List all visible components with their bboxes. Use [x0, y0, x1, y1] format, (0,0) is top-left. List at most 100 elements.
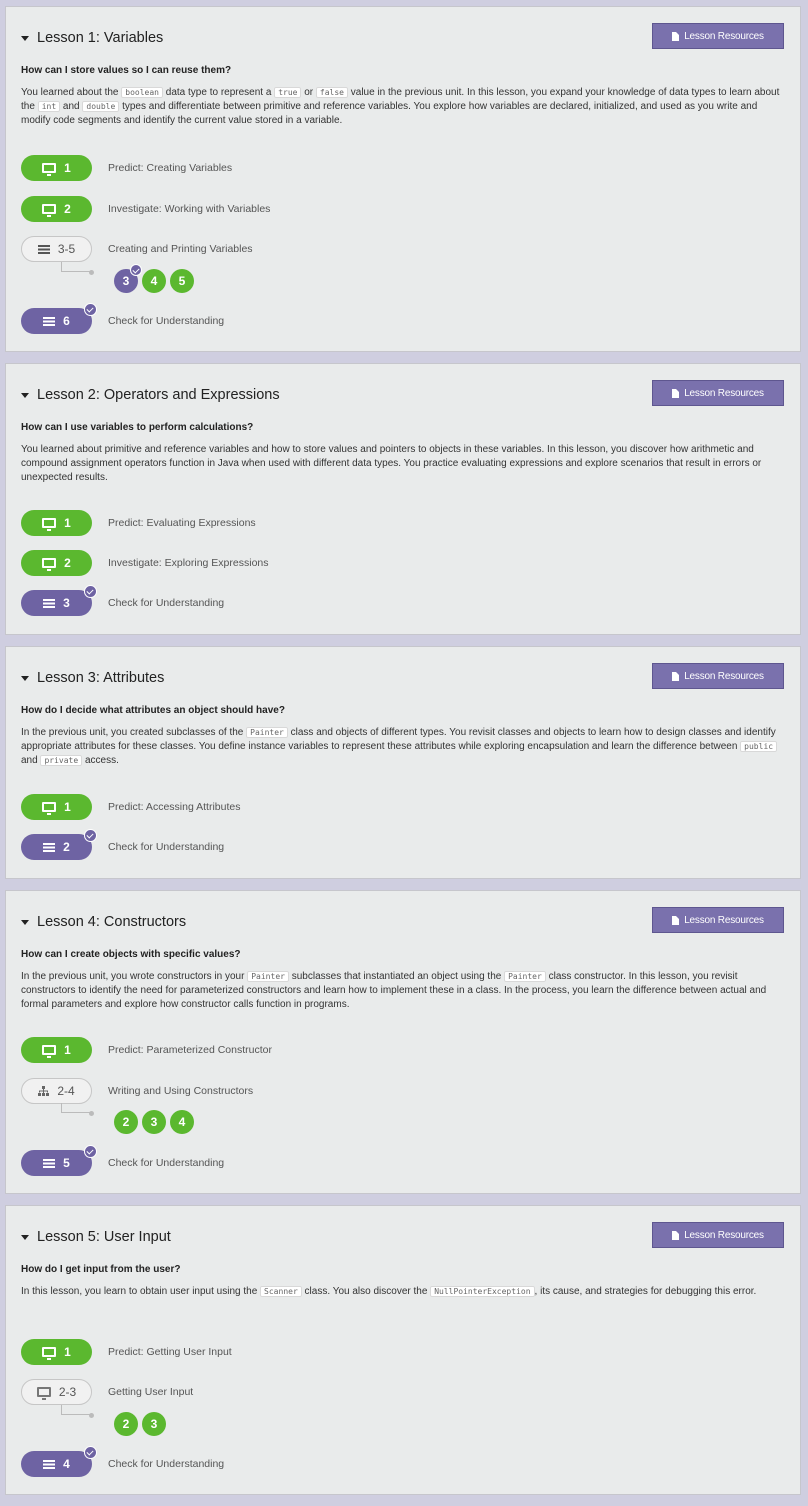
level-bubbles: 3 4 5 [114, 264, 194, 293]
inline-code: Painter [504, 971, 546, 982]
activity-pill[interactable]: 1 [21, 794, 92, 820]
checkmark-icon [84, 1446, 97, 1459]
collapse-caret-icon[interactable] [21, 35, 29, 41]
lesson-question: How do I get input from the user? [21, 1264, 181, 1275]
inline-code: public [740, 741, 778, 753]
activity-pill[interactable]: 2 [21, 196, 92, 222]
activity-row[interactable]: 3 Check for Understanding [21, 585, 224, 616]
lesson-resources-button[interactable]: Lesson Resources [652, 663, 784, 689]
lesson-header-5[interactable]: Lesson 5: User Input [21, 1227, 171, 1247]
level-bubble[interactable]: 2 [114, 1110, 138, 1134]
activity-pill[interactable]: 4 [21, 1446, 97, 1477]
activity-row[interactable]: 2-3 Getting User Input [21, 1379, 193, 1405]
activity-label[interactable]: Writing and Using Constructors [108, 1085, 253, 1097]
level-bubbles: 2 3 [114, 1412, 166, 1436]
list-icon [37, 244, 50, 254]
activity-label[interactable]: Creating and Printing Variables [108, 243, 253, 255]
lesson-resources-button[interactable]: Lesson Resources [652, 907, 784, 933]
lesson-resources-button[interactable]: Lesson Resources [652, 23, 784, 49]
lesson-question: How can I use variables to perform calcu… [21, 422, 254, 433]
monitor-icon [42, 518, 57, 531]
tree-connector [61, 1103, 94, 1116]
activity-label[interactable]: Investigate: Exploring Expressions [108, 557, 269, 569]
monitor-icon [42, 558, 57, 571]
monitor-icon [42, 1347, 57, 1360]
activity-row[interactable]: 2 Investigate: Working with Variables [21, 196, 270, 222]
level-bubble[interactable]: 4 [142, 269, 166, 293]
lesson-header-3[interactable]: Lesson 3: Attributes [21, 668, 164, 688]
checkmark-icon [84, 829, 97, 842]
level-bubble[interactable]: 5 [170, 269, 194, 293]
activity-row[interactable]: 2-4 Writing and Using Constructors [21, 1078, 253, 1104]
activity-pill[interactable]: 5 [21, 1145, 97, 1176]
activity-pill[interactable]: 2-3 [21, 1379, 92, 1405]
list-icon [43, 1459, 56, 1469]
lesson-header-4[interactable]: Lesson 4: Constructors [21, 912, 186, 932]
lesson-header-2[interactable]: Lesson 2: Operators and Expressions [21, 385, 280, 405]
activity-label[interactable]: Check for Understanding [108, 315, 224, 327]
monitor-icon [36, 1387, 51, 1400]
level-bubble[interactable]: 4 [170, 1110, 194, 1134]
activity-label[interactable]: Check for Understanding [108, 597, 224, 609]
checkmark-icon [130, 264, 142, 276]
lesson-title: Lesson 1: Variables [37, 30, 164, 46]
activity-label[interactable]: Getting User Input [108, 1386, 193, 1398]
activity-row[interactable]: 3-5 Creating and Printing Variables [21, 236, 253, 262]
sitemap-icon [38, 1086, 50, 1096]
inline-code: boolean [121, 87, 163, 98]
activity-label[interactable]: Predict: Creating Variables [108, 162, 232, 174]
collapse-caret-icon[interactable] [21, 919, 29, 925]
level-bubble[interactable]: 3 [142, 1412, 166, 1436]
activity-row[interactable]: 2 Investigate: Exploring Expressions [21, 550, 269, 576]
activity-label[interactable]: Check for Understanding [108, 1157, 224, 1169]
activity-row[interactable]: 5 Check for Understanding [21, 1145, 224, 1176]
activity-pill[interactable]: 2-4 [21, 1078, 92, 1104]
lesson-resources-button[interactable]: Lesson Resources [652, 380, 784, 406]
activity-pill[interactable]: 1 [21, 155, 92, 181]
activity-pill[interactable]: 1 [21, 1037, 92, 1063]
level-bubble[interactable]: 2 [114, 1412, 138, 1436]
activity-label[interactable]: Predict: Evaluating Expressions [108, 517, 256, 529]
lesson-header-1[interactable]: Lesson 1: Variables [21, 28, 163, 48]
monitor-icon [42, 802, 57, 815]
activity-label[interactable]: Predict: Accessing Attributes [108, 801, 240, 813]
activity-label[interactable]: Predict: Getting User Input [108, 1346, 232, 1358]
document-icon [672, 1230, 680, 1240]
activity-row[interactable]: 4 Check for Understanding [21, 1446, 224, 1477]
activity-pill[interactable]: 6 [21, 303, 97, 334]
lesson-description: In this lesson, you learn to obtain user… [21, 1286, 757, 1297]
activity-row[interactable]: 1 Predict: Parameterized Constructor [21, 1037, 272, 1063]
activity-label[interactable]: Predict: Parameterized Constructor [108, 1044, 272, 1056]
lesson-resources-button[interactable]: Lesson Resources [652, 1222, 784, 1248]
activity-row[interactable]: 2 Check for Understanding [21, 829, 224, 860]
activity-pill[interactable]: 1 [21, 510, 92, 536]
activity-row[interactable]: 1 Predict: Accessing Attributes [21, 794, 240, 820]
activity-label[interactable]: Check for Understanding [108, 1458, 224, 1470]
collapse-caret-icon[interactable] [21, 1234, 29, 1240]
activity-row[interactable]: 1 Predict: Getting User Input [21, 1339, 232, 1365]
level-bubble[interactable]: 3 [142, 1110, 166, 1134]
lesson-card-4: Lesson 4: Constructors Lesson Resources … [5, 890, 801, 1194]
inline-code: NullPointerException [430, 1286, 535, 1297]
document-icon [672, 671, 680, 681]
lesson-title: Lesson 2: Operators and Expressions [37, 387, 280, 403]
activity-pill[interactable]: 2 [21, 550, 92, 576]
collapse-caret-icon[interactable] [21, 675, 29, 681]
activity-pill[interactable]: 3 [21, 585, 97, 616]
checkmark-icon [84, 303, 97, 316]
activity-row[interactable]: 1 Predict: Creating Variables [21, 155, 232, 181]
collapse-caret-icon[interactable] [21, 392, 29, 398]
lesson-description: In the previous unit, you created subcla… [21, 727, 778, 767]
level-bubble[interactable]: 3 [114, 264, 142, 293]
inline-code: Painter [247, 971, 289, 982]
activity-pill[interactable]: 1 [21, 1339, 92, 1365]
lesson-question: How can I create objects with specific v… [21, 949, 241, 960]
activity-row[interactable]: 6 Check for Understanding [21, 303, 224, 334]
inline-code: Painter [246, 727, 288, 738]
activity-label[interactable]: Investigate: Working with Variables [108, 203, 270, 215]
inline-code: true [274, 87, 302, 98]
activity-label[interactable]: Check for Understanding [108, 841, 224, 853]
activity-row[interactable]: 1 Predict: Evaluating Expressions [21, 510, 256, 536]
activity-pill[interactable]: 3-5 [21, 236, 92, 262]
activity-pill[interactable]: 2 [21, 829, 97, 860]
